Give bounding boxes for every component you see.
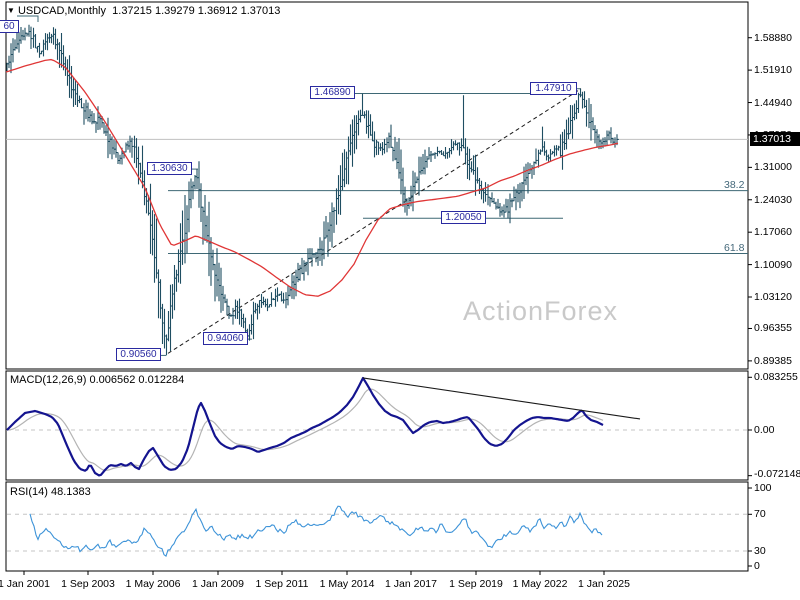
macd-indicator-label: MACD(12,26,9) 0.006562 0.012284 [10,374,185,386]
price-axis-label: 0.96355 [754,322,792,334]
price-axis-label: 0.89385 [754,355,792,367]
price-tag[interactable]: 1.47910 [530,82,577,95]
price-tag[interactable]: 0.94060 [203,332,248,345]
rsi-axis-label: 30 [754,545,766,557]
time-axis-label: 1 Jan 2025 [578,578,630,590]
time-axis-label: 1 Sep 2011 [255,578,309,590]
symbol-period-label: USDCAD,Monthly [17,5,107,17]
price-tag[interactable]: 60 [0,20,19,33]
time-axis-label: 1 Jan 2017 [385,578,437,590]
time-axis-label: 1 Sep 2003 [61,578,115,590]
time-axis-label: 1 Jan 2001 [0,578,50,590]
price-axis-label: 1.58880 [754,32,792,44]
time-axis-label: 1 May 2014 [319,578,375,590]
symbol-dropdown-icon[interactable]: ▼ [7,6,15,15]
rsi-axis-label: 0 [754,560,760,572]
time-axis-label: 1 May 2006 [125,578,181,590]
price-tag[interactable]: 0.90560 [116,348,161,361]
price-tag[interactable]: 1.20050 [441,211,486,224]
fib-ratio-label: 38.2 [724,179,745,191]
macd-panel-frame [5,370,749,481]
macd-main-line [6,376,604,477]
rsi-panel-frame [5,481,749,572]
fib-ratio-label: 61.8 [724,242,745,254]
price-axis-label: 1.03120 [754,291,792,303]
price-tag[interactable]: 1.30630 [147,162,192,175]
price-axis-label: 1.44940 [754,97,792,109]
price-axis-label: 1.10090 [754,259,792,271]
time-axis-label: 1 May 2022 [512,578,568,590]
rsi-axis-label: 70 [754,508,766,520]
chart-title-bar: ▼ USDCAD,Monthly 1.37215 1.39279 1.36912… [7,5,280,17]
price-axis-label: 1.17060 [754,226,792,238]
price-axis-label: 1.24030 [754,194,792,206]
rsi-line [29,505,603,557]
chart-canvas[interactable] [0,0,800,600]
macd-axis-label: -0.072148 [754,468,800,480]
macd-axis-label: 0.00 [754,424,775,436]
time-axis-label: 1 Jan 2009 [192,578,244,590]
ohlc-values: 1.37215 1.39279 1.36912 1.37013 [112,5,281,17]
rsi-indicator-label: RSI(14) 48.1383 [10,486,91,498]
price-axis-label: 1.31000 [754,161,792,173]
current-price-badge: 1.37013 [750,132,800,147]
macd-axis-label: 0.083255 [754,371,798,383]
chart-window: ▼ USDCAD,Monthly 1.37215 1.39279 1.36912… [0,0,800,600]
actionforex-watermark: ActionForex [463,296,619,326]
main-panel-frame [5,1,749,370]
rsi-axis-label: 100 [754,482,772,494]
time-axis-label: 1 Sep 2019 [449,578,503,590]
macd-trendline [362,377,641,420]
price-axis-label: 1.51910 [754,64,792,76]
price-tag[interactable]: 1.46890 [310,86,355,99]
